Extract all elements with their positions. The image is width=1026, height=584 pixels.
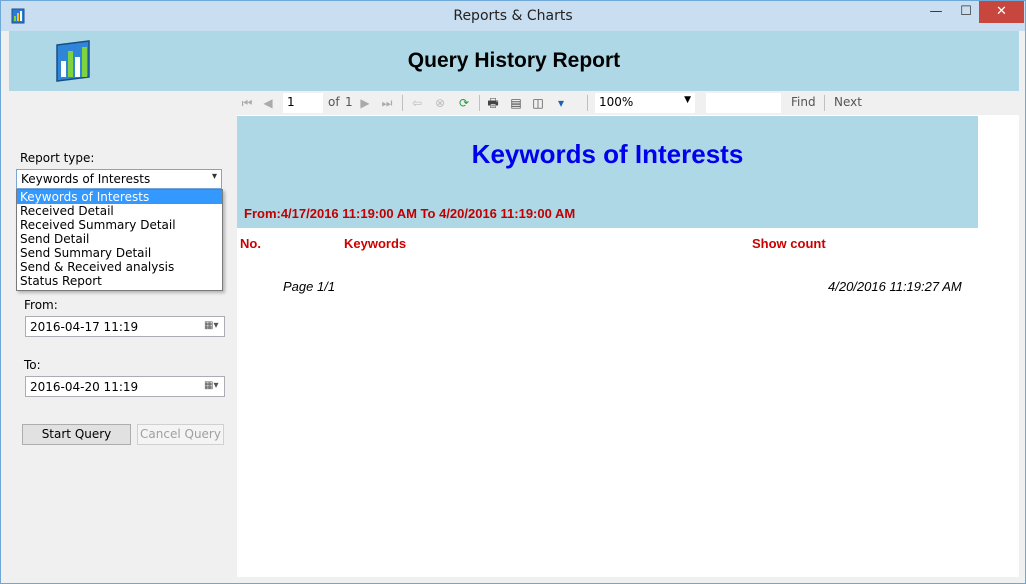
to-datetime-picker[interactable]: 2016-04-20 11:19 ▦▾ bbox=[25, 376, 225, 397]
report-timestamp: 4/20/2016 11:19:27 AM bbox=[828, 279, 962, 294]
page-setup-icon[interactable]: ◫ bbox=[530, 95, 546, 111]
zoom-select[interactable]: 100% ▼ bbox=[595, 93, 695, 113]
zoom-value: 100% bbox=[599, 95, 634, 109]
page-title: Query History Report bbox=[407, 49, 621, 72]
chevron-down-icon: ▼ bbox=[684, 95, 691, 105]
app-window: Reports & Charts — ☐ ✕ Query History Rep… bbox=[0, 0, 1026, 584]
column-header-show-count: Show count bbox=[752, 236, 826, 251]
from-value: 2016-04-17 11:19 bbox=[30, 320, 139, 334]
toolbar-separator bbox=[587, 95, 588, 111]
to-label: To: bbox=[24, 358, 41, 372]
toolbar-separator bbox=[479, 95, 480, 111]
chevron-down-icon: ▾ bbox=[211, 171, 217, 182]
from-datetime-picker[interactable]: 2016-04-17 11:19 ▦▾ bbox=[25, 316, 225, 337]
column-header-no: No. bbox=[240, 236, 261, 251]
viewer-toolbar: ⏮ ◀ 1 of 1 ▶ ⏭ ⇦ ⊗ ⟳ 🖶 ▤ ◫ ▾ 100% ▼ Find… bbox=[237, 91, 1019, 115]
report-type-label: Report type: bbox=[20, 151, 95, 165]
report-viewer: ⏮ ◀ 1 of 1 ▶ ⏭ ⇦ ⊗ ⟳ 🖶 ▤ ◫ ▾ 100% ▼ Find… bbox=[237, 91, 1019, 577]
calendar-icon[interactable]: ▦▾ bbox=[204, 320, 220, 333]
next-page-icon[interactable]: ▶ bbox=[357, 95, 373, 111]
from-label: From: bbox=[24, 298, 58, 312]
print-icon[interactable]: 🖶 bbox=[485, 95, 501, 111]
page-indicator: Page 1/1 bbox=[283, 279, 336, 294]
cancel-query-button[interactable]: Cancel Query bbox=[137, 424, 224, 445]
dropdown-option[interactable]: Send Detail bbox=[17, 232, 222, 246]
report-type-dropdown: Keywords of Interests Received Detail Re… bbox=[16, 189, 223, 291]
toolbar-separator bbox=[824, 95, 825, 111]
refresh-icon[interactable]: ⟳ bbox=[456, 95, 472, 111]
report-title: Keywords of Interests bbox=[471, 139, 744, 169]
query-sidebar: Report type: Keywords of Interests ▾ Key… bbox=[9, 91, 237, 577]
first-page-icon[interactable]: ⏮ bbox=[239, 95, 255, 111]
toolbar-separator bbox=[402, 95, 403, 111]
last-page-icon[interactable]: ⏭ bbox=[379, 95, 395, 111]
report-type-value: Keywords of Interests bbox=[21, 172, 151, 186]
close-button[interactable]: ✕ bbox=[979, 1, 1024, 23]
calendar-icon[interactable]: ▦▾ bbox=[204, 380, 220, 393]
dropdown-option[interactable]: Keywords of Interests bbox=[17, 190, 222, 204]
page-total: 1 bbox=[345, 95, 353, 109]
header-banner: Query History Report bbox=[9, 31, 1019, 91]
minimize-button[interactable]: — bbox=[919, 1, 953, 23]
dropdown-option[interactable]: Send Summary Detail bbox=[17, 246, 222, 260]
stop-icon[interactable]: ⊗ bbox=[432, 95, 448, 111]
back-icon[interactable]: ⇦ bbox=[409, 95, 425, 111]
to-value: 2016-04-20 11:19 bbox=[30, 380, 139, 394]
page-of-label: of bbox=[328, 95, 340, 109]
find-link[interactable]: Find bbox=[791, 95, 816, 109]
report-banner: Keywords of Interests From:4/17/2016 11:… bbox=[237, 116, 978, 228]
print-layout-icon[interactable]: ▤ bbox=[508, 95, 524, 111]
report-type-select[interactable]: Keywords of Interests ▾ bbox=[16, 169, 222, 189]
dropdown-option[interactable]: Received Summary Detail bbox=[17, 218, 222, 232]
title-bar: Reports & Charts — ☐ ✕ bbox=[1, 1, 1025, 31]
next-link[interactable]: Next bbox=[834, 95, 862, 109]
window-title: Reports & Charts bbox=[453, 8, 573, 24]
previous-page-icon[interactable]: ◀ bbox=[260, 95, 276, 111]
export-icon[interactable]: ▾ bbox=[553, 95, 569, 111]
maximize-button[interactable]: ☐ bbox=[949, 1, 983, 23]
page-number-input[interactable]: 1 bbox=[283, 93, 323, 113]
find-input[interactable] bbox=[706, 93, 781, 113]
dropdown-option[interactable]: Received Detail bbox=[17, 204, 222, 218]
report-date-range: From:4/17/2016 11:19:00 AM To 4/20/2016 … bbox=[244, 206, 576, 221]
column-header-keywords: Keywords bbox=[344, 236, 407, 251]
dropdown-option[interactable]: Status Report bbox=[17, 274, 222, 288]
dropdown-option[interactable]: Send & Received analysis bbox=[17, 260, 222, 274]
start-query-button[interactable]: Start Query bbox=[22, 424, 131, 445]
